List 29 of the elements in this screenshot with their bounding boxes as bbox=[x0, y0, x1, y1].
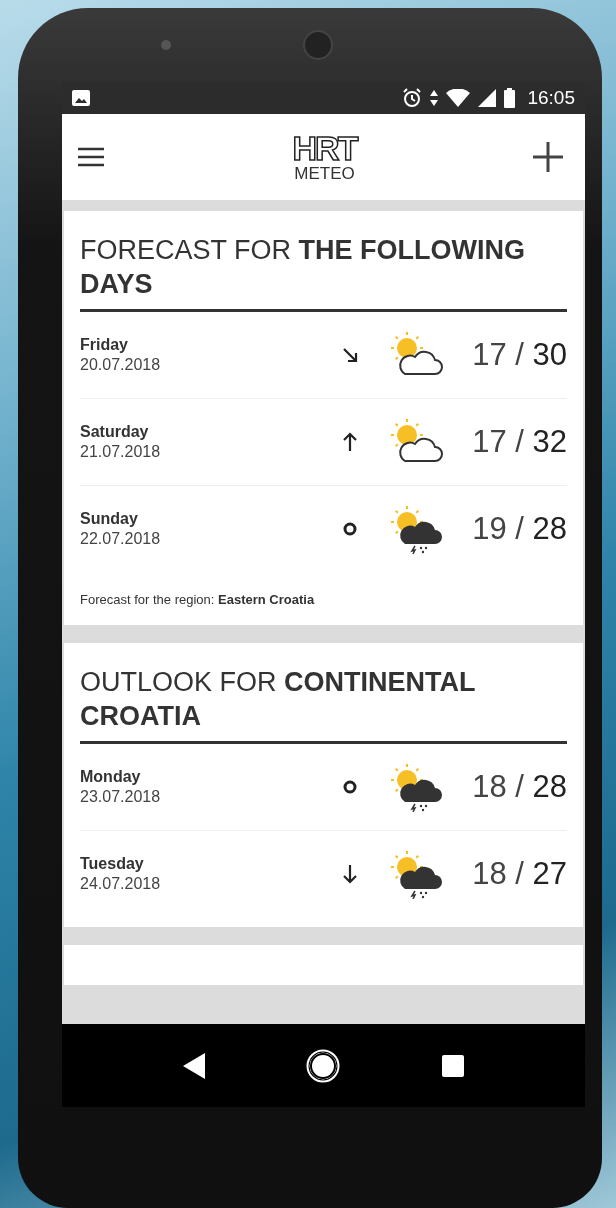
temperature-range: 18 / 28 bbox=[471, 769, 567, 805]
day-name: Friday bbox=[80, 336, 129, 354]
image-icon bbox=[72, 90, 90, 106]
day-date: 20.07.2018 bbox=[80, 356, 162, 374]
day-date: 23.07.2018 bbox=[80, 788, 162, 806]
day-name: Sunday bbox=[80, 510, 139, 528]
day-name: Saturday bbox=[80, 423, 150, 441]
signal-icon bbox=[478, 89, 497, 107]
card-title: OUTLOOK FOR CONTINENTAL CROATIA bbox=[80, 665, 567, 744]
speaker-grille bbox=[303, 30, 333, 60]
day-name: Tuesday bbox=[80, 855, 145, 873]
day-date: 22.07.2018 bbox=[80, 530, 162, 548]
card-title: FORECAST FOR THE FOLLOWING DAYS bbox=[80, 233, 567, 312]
wifi-icon bbox=[446, 89, 471, 107]
day-name: Monday bbox=[80, 768, 142, 786]
logo-text: METEO bbox=[294, 165, 355, 183]
data-arrows-icon bbox=[430, 89, 439, 107]
temperature-range: 17 / 30 bbox=[471, 337, 567, 373]
battery-icon bbox=[504, 88, 516, 108]
temperature-range: 19 / 28 bbox=[471, 511, 567, 547]
day-date: 21.07.2018 bbox=[80, 443, 162, 461]
status-time: 16:05 bbox=[527, 87, 575, 109]
temperature-range: 18 / 27 bbox=[471, 856, 567, 892]
logo-mark: HRT bbox=[292, 131, 357, 165]
region-note: Forecast for the region: Eastern Croatia bbox=[80, 591, 316, 609]
camera-lens bbox=[161, 40, 171, 50]
day-date: 24.07.2018 bbox=[80, 875, 162, 893]
temperature-range: 17 / 32 bbox=[471, 424, 567, 460]
alarm-icon bbox=[402, 88, 423, 108]
